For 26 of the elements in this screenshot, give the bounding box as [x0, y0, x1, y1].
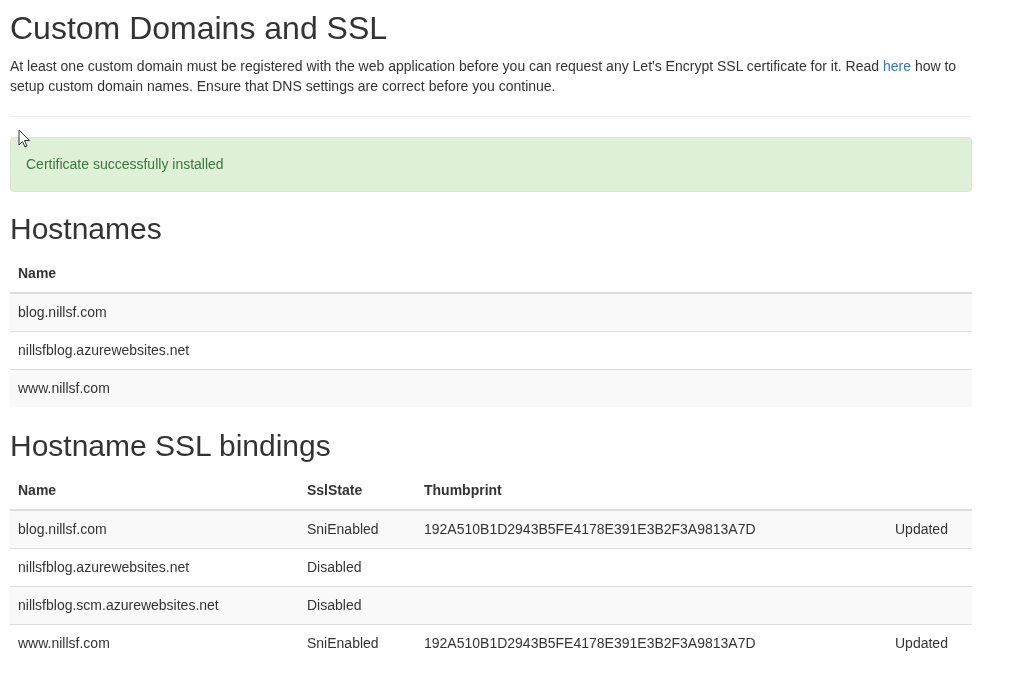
success-alert: Certificate successfully installed	[10, 137, 972, 192]
table-cell: www.nillsf.com	[18, 635, 110, 651]
table-cell: 192A510B1D2943B5FE4178E391E3B2F3A9813A7D	[424, 635, 756, 651]
table-cell: Disabled	[307, 559, 362, 575]
table-cell: www.nillsf.com	[18, 380, 110, 396]
section-heading: Hostname SSL bindings	[10, 429, 331, 462]
table-cell: Disabled	[307, 597, 362, 613]
table-cell: 192A510B1D2943B5FE4178E391E3B2F3A9813A7D	[424, 521, 756, 537]
table-cell: Updated	[895, 521, 948, 537]
table-cell: SniEnabled	[307, 635, 379, 651]
table-cell: nillsfblog.scm.azurewebsites.net	[18, 597, 219, 613]
column-header: Name	[18, 265, 57, 281]
column-header: Name	[18, 482, 57, 498]
table-cell: blog.nillsf.com	[18, 521, 107, 537]
here-link[interactable]: here	[882, 58, 911, 74]
table-cell: nillsfblog.azurewebsites.net	[18, 559, 190, 575]
table-cell: Updated	[895, 635, 948, 651]
column-header: Thumbprint	[424, 482, 502, 498]
intro-paragraph: At least one custom domain must be registered with the web application before you can request any Let's Encrypt SSL certificate for it. Read here how to setup custom domain names. Ensure that DNS settings are correct before you continue.	[10, 57, 958, 96]
section-heading: Hostnames	[10, 212, 162, 245]
column-header: SslState	[307, 482, 363, 498]
mouse-pointer-icon	[18, 129, 31, 148]
table-cell: SniEnabled	[307, 521, 379, 537]
table-cell: nillsfblog.azurewebsites.net	[18, 342, 190, 358]
table-cell: blog.nillsf.com	[18, 304, 107, 320]
page-title: Custom Domains and SSL	[10, 9, 388, 46]
